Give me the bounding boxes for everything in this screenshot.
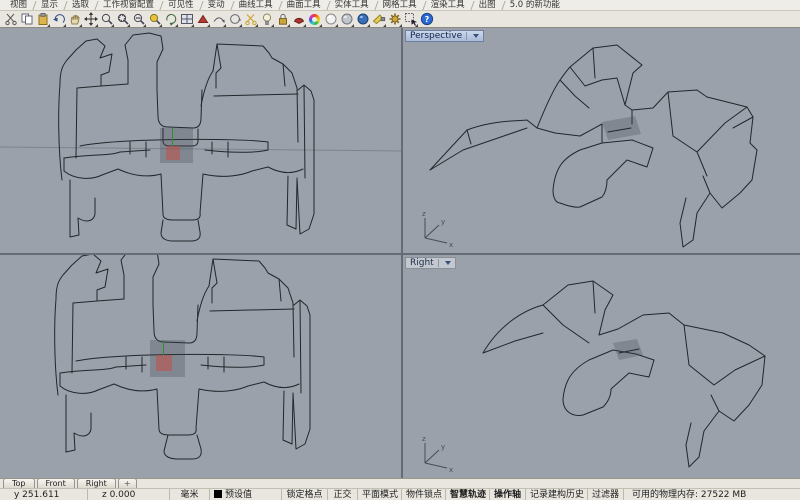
svg-text:z: z [422,210,426,218]
help-icon[interactable]: ? [419,12,434,27]
undo-view-change-icon[interactable] [195,12,210,27]
toolbar-tab-viewport-layout[interactable]: 工作视窗配置 [97,0,162,11]
svg-text:x: x [449,466,453,472]
viewport-right[interactable]: Right z y x [403,255,800,478]
toolbar-tab-transform[interactable]: 变动 [202,0,233,11]
render-sphere-gray-icon[interactable] [339,12,354,27]
wireframe-perspective-view [403,28,800,253]
pan-hand-icon[interactable] [67,12,82,27]
toggle-smarttrack[interactable]: 智慧轨迹 [446,489,490,500]
cut-icon[interactable] [3,12,18,27]
toggle-gumball[interactable]: 操作轴 [490,489,526,500]
render-sphere-blue-icon[interactable] [355,12,370,27]
toolbar-tab-render-tools[interactable]: 渲染工具 [425,0,473,11]
toolbar-tab-curve-tools[interactable]: 曲线工具 [233,0,281,11]
zoom-window-icon[interactable] [115,12,130,27]
toolbar-tab-mesh-tools[interactable]: 网格工具 [377,0,425,11]
viewport-title-text: Perspective [410,30,462,42]
wireframe-right-view [403,255,800,478]
coordinate-z: z 0.000 [88,489,170,500]
selection-filter-icon[interactable] [403,12,418,27]
lightbulb-icon[interactable] [259,12,274,27]
toggle-record-history[interactable]: 记录建构历史 [526,489,588,500]
label-divider [466,32,467,40]
viewport-perspective[interactable]: Perspective z y x [403,28,800,255]
units-indicator[interactable]: 毫米 [170,489,210,500]
axis-indicator: z y x [416,207,460,247]
toggle-osnap[interactable]: 物件锁点 [402,489,446,500]
viewport-tab-bar: Top Front Right + [0,478,800,488]
viewport-grid: Perspective z y x [0,28,800,478]
svg-text:?: ? [424,15,429,24]
current-layer[interactable]: 预设值 [210,489,282,500]
svg-text:x: x [449,241,453,247]
lock-icon[interactable] [275,12,290,27]
svg-text:y: y [441,218,445,226]
layer-color-chip [214,490,222,498]
viewport-title-text: Right [410,257,434,269]
selected-surface-patch[interactable] [150,340,185,377]
coordinate-y: y 251.611 [0,489,88,500]
color-wheel-icon[interactable] [307,12,322,27]
axis-indicator: z y x [416,432,460,472]
toolbar-tab-view[interactable]: 视图 [4,0,35,11]
toolbar-tab-display[interactable]: 显示 [35,0,66,11]
toolbar-tab-new-in-v5[interactable]: 5.0 的新功能 [504,0,568,11]
viewport-tab-front[interactable]: Front [37,478,75,488]
viewport-title-right[interactable]: Right [405,257,456,269]
move-icon[interactable] [83,12,98,27]
settings-gear-icon[interactable] [387,12,402,27]
zoom-selected-icon[interactable] [131,12,146,27]
paste-icon[interactable] [35,12,50,27]
main-toolbar: ? [0,11,800,28]
viewport-front[interactable] [0,255,403,478]
svg-text:y: y [441,443,445,451]
chevron-down-icon [445,261,451,265]
toggle-planar[interactable]: 平面模式 [358,489,402,500]
rotate-circle-icon[interactable] [227,12,242,27]
toggle-ortho[interactable]: 正交 [328,489,358,500]
trim-scissors-icon[interactable] [243,12,258,27]
toolbar-tab-solid-tools[interactable]: 实体工具 [329,0,377,11]
copy-icon[interactable] [19,12,34,27]
toolbar-tab-row: 视图 显示 选取 工作视窗配置 可见性 变动 曲线工具 曲面工具 实体工具 网格… [0,0,800,11]
viewport-tab-top[interactable]: Top [3,478,35,488]
viewport-top[interactable] [0,28,403,255]
zoom-extents-icon[interactable] [147,12,162,27]
wireframe-top-view [0,28,401,253]
new-viewport-tab-button[interactable]: + [118,478,137,488]
shade-mode-icon[interactable] [291,12,306,27]
svg-text:z: z [422,435,426,443]
selected-surface-patch[interactable] [160,128,193,163]
available-memory: 可用的物理内存: 27522 MB [624,489,800,500]
chevron-down-icon [473,34,479,38]
spotlight-icon[interactable] [371,12,386,27]
toolbar-tab-surface-tools[interactable]: 曲面工具 [281,0,329,11]
toggle-grid-snap[interactable]: 锁定格点 [282,489,328,500]
viewport-tab-right[interactable]: Right [77,478,116,488]
zoom-dynamic-icon[interactable] [99,12,114,27]
rotate-view-icon[interactable] [163,12,178,27]
toolbar-tab-visibility[interactable]: 可见性 [162,0,202,11]
status-bar: y 251.611 z 0.000 毫米 预设值 锁定格点 正交 平面模式 物件… [0,488,800,500]
rhino-window: 视图 显示 选取 工作视窗配置 可见性 变动 曲线工具 曲面工具 实体工具 网格… [0,0,800,500]
toolbar-tab-select[interactable]: 选取 [66,0,97,11]
wireframe-front-view [0,255,401,478]
label-divider [438,259,439,267]
toggle-filter[interactable]: 过滤器 [588,489,624,500]
undo-icon[interactable] [51,12,66,27]
pan-arc-icon[interactable] [211,12,226,27]
toolbar-tab-drafting[interactable]: 出图 [473,0,504,11]
viewport-title-perspective[interactable]: Perspective [405,30,484,42]
viewport-layout-icon[interactable] [179,12,194,27]
render-sphere-white-icon[interactable] [323,12,338,27]
